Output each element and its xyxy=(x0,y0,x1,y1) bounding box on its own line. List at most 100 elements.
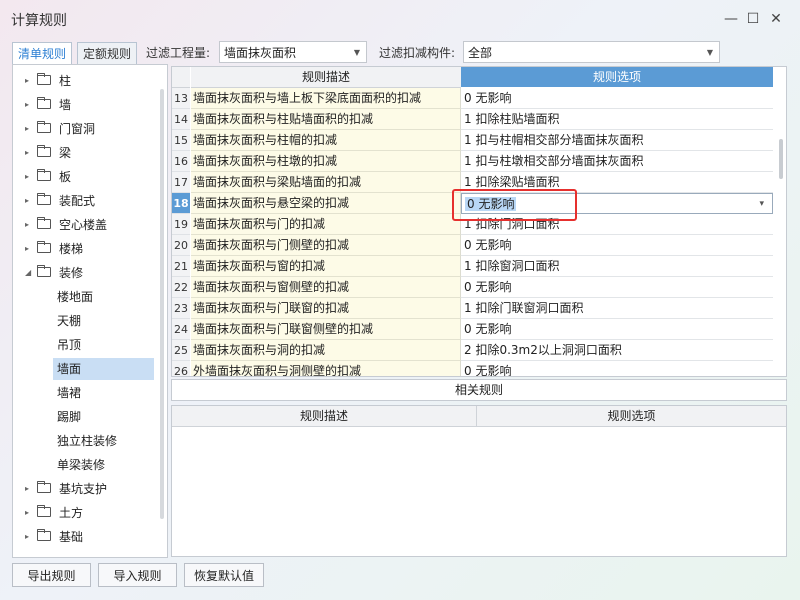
table-row[interactable]: 14 墙面抹灰面积与柱贴墙面积的扣减 1 扣除柱贴墙面积 xyxy=(172,109,773,130)
chevron-down-icon[interactable]: ▾ xyxy=(759,194,764,213)
rule-description: 墙面抹灰面积与悬空梁的扣减 xyxy=(191,193,461,214)
restore-defaults-button[interactable]: 恢复默认值 xyxy=(184,563,264,587)
tree-item[interactable]: 踢脚 xyxy=(13,406,153,428)
tree-item-label: 板 xyxy=(59,170,72,184)
rule-description: 墙面抹灰面积与柱帽的扣减 xyxy=(191,130,461,151)
table-row[interactable]: 24 墙面抹灰面积与门联窗侧壁的扣减 0 无影响 xyxy=(172,319,773,340)
rule-description: 墙面抹灰面积与柱墩的扣减 xyxy=(191,151,461,172)
row-number: 13 xyxy=(172,88,190,109)
filter-deduct-label: 过滤扣减构件: xyxy=(379,46,456,60)
tree-item[interactable]: 墙裙 xyxy=(13,382,153,404)
rule-option-value: 1 扣除柱贴墙面积 xyxy=(464,112,560,126)
tree-item-label: 基坑支护 xyxy=(59,482,108,496)
tree-item[interactable]: ▸ 楼梯 xyxy=(13,238,153,260)
tree-item[interactable]: 楼地面 xyxy=(13,286,153,308)
tree-item[interactable]: ◢ 装修 xyxy=(13,262,153,284)
minimize-icon[interactable]: — xyxy=(722,10,740,28)
tree-item[interactable]: 独立柱装修 xyxy=(13,430,153,452)
collapsed-arrow-icon[interactable]: ▸ xyxy=(25,94,29,116)
row-number: 20 xyxy=(172,235,190,256)
folder-icon xyxy=(37,193,51,205)
tree-item[interactable]: ▸ 梁 xyxy=(13,142,153,164)
export-rules-button[interactable]: 导出规则 xyxy=(12,563,91,587)
related-header-option[interactable]: 规则选项 xyxy=(477,406,786,427)
tab-list-rules[interactable]: 清单规则 xyxy=(12,42,73,66)
table-row[interactable]: 23 墙面抹灰面积与门联窗的扣减 1 扣除门联窗洞口面积 xyxy=(172,298,773,319)
tree-item[interactable]: 单梁装修 xyxy=(13,454,153,476)
folder-icon xyxy=(37,217,51,229)
import-rules-button[interactable]: 导入规则 xyxy=(98,563,177,587)
tree-item[interactable]: ▸ 空心楼盖 xyxy=(13,214,153,236)
rule-option[interactable]: 0 无影响 xyxy=(461,319,773,340)
rule-option[interactable]: 0 无影响 xyxy=(461,361,773,377)
row-number: 18 xyxy=(172,193,190,214)
collapsed-arrow-icon[interactable]: ▸ xyxy=(25,118,29,140)
tree-item[interactable]: ▸ 土方 xyxy=(13,502,153,524)
rule-option[interactable]: 2 扣除0.3m2以上洞洞口面积 xyxy=(461,340,773,361)
tree-item[interactable]: ▸ 墙 xyxy=(13,94,153,116)
table-row[interactable]: 16 墙面抹灰面积与柱墩的扣减 1 扣与柱墩相交部分墙面抹灰面积 xyxy=(172,151,773,172)
folder-icon xyxy=(37,73,51,85)
rule-description: 墙面抹灰面积与门的扣减 xyxy=(191,214,461,235)
table-row[interactable]: 25 墙面抹灰面积与洞的扣减 2 扣除0.3m2以上洞洞口面积 xyxy=(172,340,773,361)
grid-header-desc[interactable]: 规则描述 xyxy=(191,67,461,88)
tree-item[interactable]: ▸ 门窗洞 xyxy=(13,118,153,140)
collapsed-arrow-icon[interactable]: ▸ xyxy=(25,70,29,92)
tab-quota-rules[interactable]: 定额规则 xyxy=(77,42,138,66)
table-row[interactable]: 20 墙面抹灰面积与门侧壁的扣减 0 无影响 xyxy=(172,235,773,256)
rule-option-value: 0 无影响 xyxy=(464,364,512,377)
related-header-desc[interactable]: 规则描述 xyxy=(172,406,477,427)
folder-icon xyxy=(37,241,51,253)
rule-option[interactable]: 1 扣除窗洞口面积 xyxy=(461,256,773,277)
tree-item[interactable]: ▸ 柱 xyxy=(13,70,153,92)
rule-option[interactable]: 0 无影响 xyxy=(461,235,773,256)
filter-deduct-select[interactable]: 全部 ▼ xyxy=(463,41,720,63)
filter-quantity-select[interactable]: 墙面抹灰面积 ▼ xyxy=(219,41,367,63)
close-icon[interactable]: ✕ xyxy=(767,10,785,28)
collapsed-arrow-icon[interactable]: ▸ xyxy=(25,190,29,212)
rule-option[interactable]: 1 扣除柱贴墙面积 xyxy=(461,109,773,130)
collapsed-arrow-icon[interactable]: ▸ xyxy=(25,478,29,500)
tree-item[interactable]: ▸ 装配式 xyxy=(13,190,153,212)
grid-header-option[interactable]: 规则选项 xyxy=(461,67,773,87)
table-row[interactable]: 13 墙面抹灰面积与墙上板下梁底面面积的扣减 0 无影响 xyxy=(172,88,773,109)
collapsed-arrow-icon[interactable]: ▸ xyxy=(25,166,29,188)
rule-option[interactable]: 1 扣与柱墩相交部分墙面抹灰面积 xyxy=(461,151,773,172)
expanded-arrow-icon[interactable]: ◢ xyxy=(25,262,31,284)
rule-option[interactable]: 1 扣除门联窗洞口面积 xyxy=(461,298,773,319)
tree-item[interactable]: ▸ 基础 xyxy=(13,526,153,548)
related-rules-bar[interactable]: 相关规则 xyxy=(171,379,787,401)
row-number: 14 xyxy=(172,109,190,130)
tree-scrollbar[interactable] xyxy=(160,89,164,519)
grid-scrollbar[interactable] xyxy=(779,139,783,179)
rule-option-value: 1 扣与柱帽相交部分墙面抹灰面积 xyxy=(464,133,644,147)
collapsed-arrow-icon[interactable]: ▸ xyxy=(25,238,29,260)
collapsed-arrow-icon[interactable]: ▸ xyxy=(25,142,29,164)
folder-icon xyxy=(37,169,51,181)
tree-item-label: 天棚 xyxy=(57,314,82,328)
rule-description: 墙面抹灰面积与洞的扣减 xyxy=(191,340,461,361)
tree-item[interactable]: ▸ 板 xyxy=(13,166,153,188)
tree-item-label: 装修 xyxy=(59,266,84,280)
collapsed-arrow-icon[interactable]: ▸ xyxy=(25,502,29,524)
rule-option[interactable]: 0 无影响 xyxy=(461,88,773,109)
filter-quantity-value: 墙面抹灰面积 xyxy=(224,46,297,60)
tree-item[interactable]: 墙面 xyxy=(53,358,154,380)
collapsed-arrow-icon[interactable]: ▸ xyxy=(25,526,29,548)
tree-item-label: 门窗洞 xyxy=(59,122,96,136)
tree-item[interactable]: 天棚 xyxy=(13,310,153,332)
table-row[interactable]: 22 墙面抹灰面积与窗侧壁的扣减 0 无影响 xyxy=(172,277,773,298)
tree-item[interactable]: 吊顶 xyxy=(13,334,153,356)
tree-item-label: 吊顶 xyxy=(57,338,82,352)
rule-description: 墙面抹灰面积与梁贴墙面的扣减 xyxy=(191,172,461,193)
tree-item-label: 梁 xyxy=(59,146,72,160)
maximize-icon[interactable]: ☐ xyxy=(744,10,762,28)
table-row[interactable]: 15 墙面抹灰面积与柱帽的扣减 1 扣与柱帽相交部分墙面抹灰面积 xyxy=(172,130,773,151)
rule-option[interactable]: 1 扣与柱帽相交部分墙面抹灰面积 xyxy=(461,130,773,151)
tree-item[interactable]: ▸ 基坑支护 xyxy=(13,478,153,500)
rule-option[interactable]: 0 无影响 xyxy=(461,277,773,298)
table-row[interactable]: 21 墙面抹灰面积与窗的扣减 1 扣除窗洞口面积 xyxy=(172,256,773,277)
collapsed-arrow-icon[interactable]: ▸ xyxy=(25,214,29,236)
rule-description: 墙面抹灰面积与柱贴墙面积的扣减 xyxy=(191,109,461,130)
table-row[interactable]: 26 外墙面抹灰面积与洞侧壁的扣减 0 无影响 xyxy=(172,361,773,377)
